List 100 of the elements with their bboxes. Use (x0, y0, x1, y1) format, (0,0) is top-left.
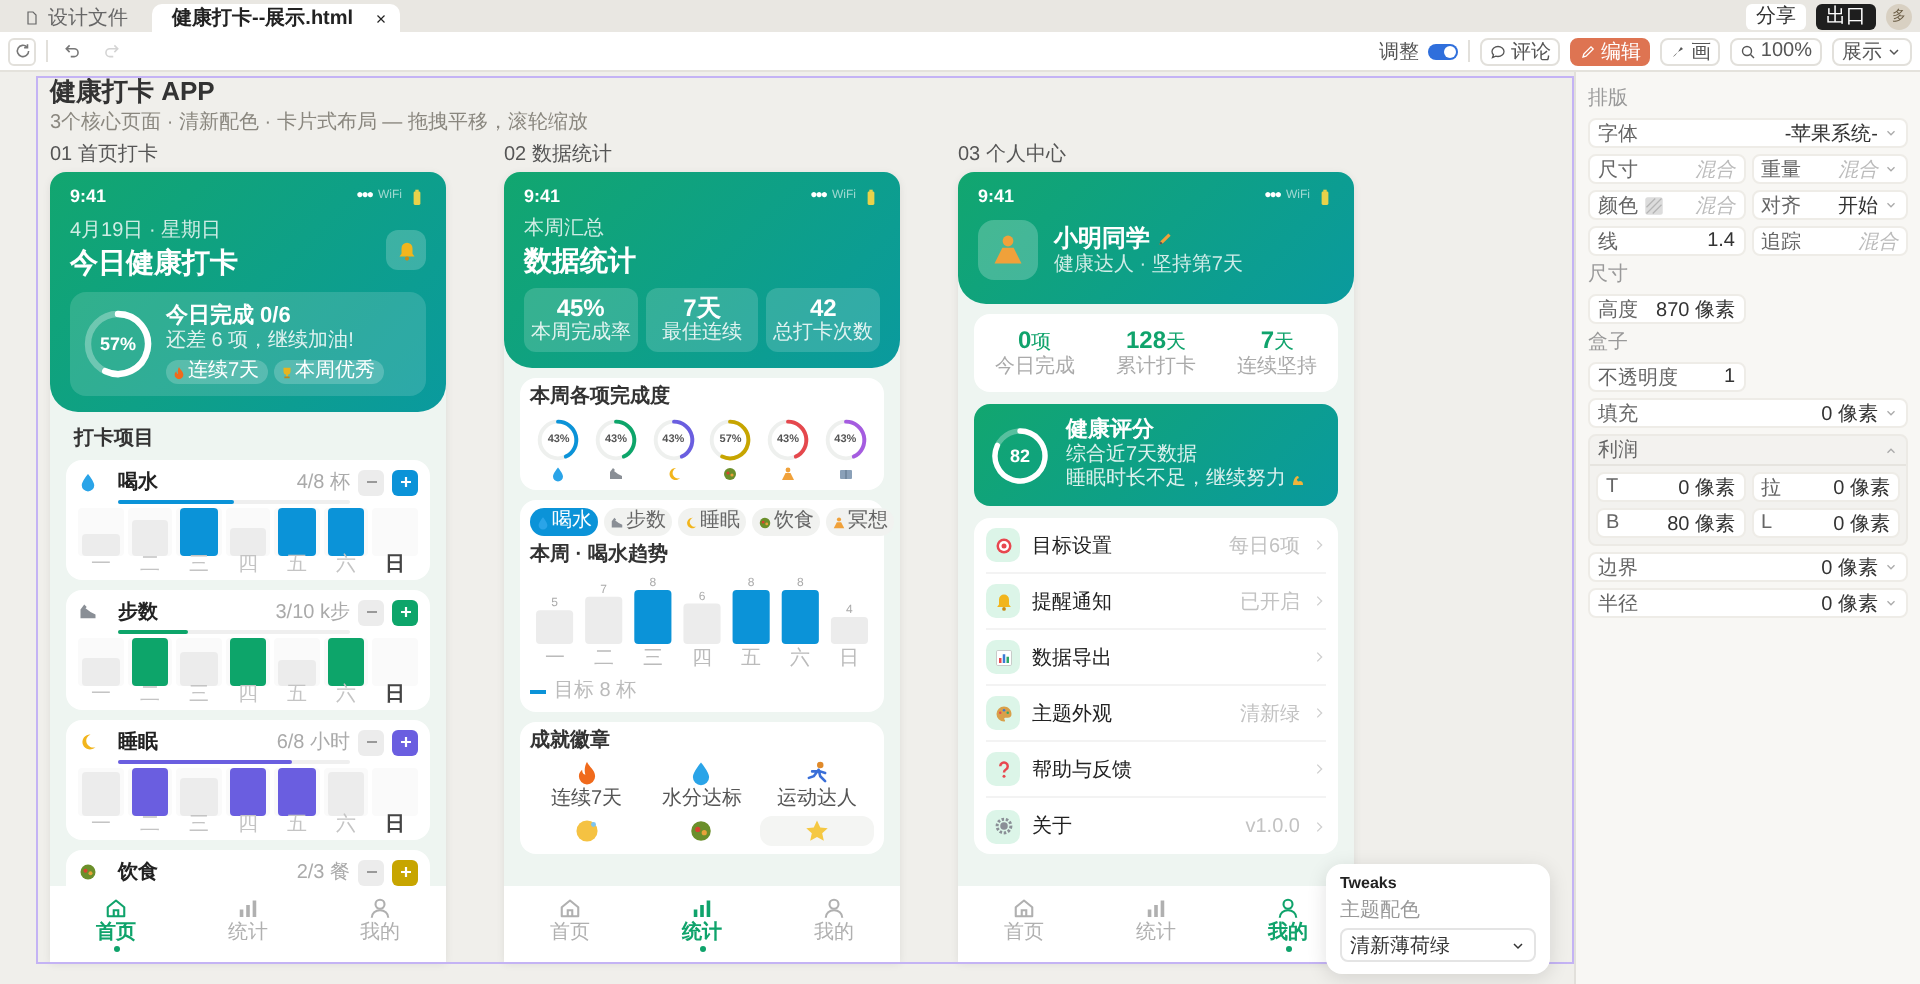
section-label: 排版 (1588, 88, 1630, 112)
field-label: 拉 (1761, 475, 1781, 501)
axis-label: 一 (544, 648, 565, 670)
day-label: 三 (186, 556, 211, 576)
field-label: 填充 (1598, 401, 1638, 427)
screen-label: 02 数据统计 (504, 144, 614, 168)
property-field[interactable]: 线 1.4 (1588, 226, 1745, 256)
menu-item[interactable]: 关于 v1.0.0 (986, 798, 1326, 854)
habit-amount: 4/8 杯 (296, 469, 350, 496)
menu-value: 清新绿 (1240, 701, 1300, 727)
field-label: 主题配色 (1340, 900, 1422, 924)
menu-label: 提醒通知 (1032, 589, 1112, 615)
stat-value: 7天 (681, 294, 721, 322)
property-field[interactable]: 追踪 混合 (1751, 226, 1908, 256)
field-value: 1 (1723, 366, 1735, 388)
stat-value: 42 (809, 294, 839, 322)
present-button[interactable]: 展示 (1832, 37, 1912, 65)
screen-title: 今日健康打卡 (70, 244, 238, 280)
header-caption: 本周汇总 (524, 218, 606, 242)
summary-title: 今日完成 0/6 (166, 304, 293, 329)
habit-amount: 2/3 餐 (296, 859, 350, 886)
property-field[interactable]: B 80 像素 (1596, 508, 1745, 538)
field-value: 0 像素 (1833, 475, 1890, 501)
day-label: 三 (186, 686, 211, 706)
field-value: 0 像素 (1821, 401, 1878, 427)
property-field[interactable]: 对齐 开始 (1751, 190, 1908, 220)
property-field[interactable]: 尺寸 混合 (1588, 154, 1745, 184)
day-label: 一 (88, 686, 113, 706)
field-value: -苹果系统- (1784, 121, 1878, 147)
field-label: 线 (1598, 229, 1618, 255)
menu-item[interactable]: 提醒通知 已开启 (986, 574, 1326, 630)
menu-item[interactable]: 主题外观 清新绿 (986, 686, 1326, 742)
field-value: 870 像素 (1656, 297, 1735, 323)
field-value: 0 像素 (1821, 555, 1878, 581)
achievement-badge: 连续7天 (166, 360, 268, 384)
share-button[interactable]: 分享 (1746, 3, 1806, 29)
file-tab[interactable]: 健康打卡--展示.html (152, 4, 400, 32)
field-label: 追踪 (1761, 229, 1801, 255)
property-field[interactable]: 不透明度 1 (1588, 362, 1745, 392)
field-value: 混合 (1695, 193, 1735, 219)
property-field[interactable]: 边界 0 像素 (1588, 552, 1908, 582)
group-header[interactable]: 利润 (1590, 436, 1906, 466)
ring-value: 57% (99, 334, 136, 354)
menu-label: 主题外观 (1032, 701, 1112, 727)
habit-name: 饮食 (118, 859, 158, 886)
day-label: 六 (334, 816, 359, 836)
stat-label: 本周完成率 (528, 322, 633, 346)
menu-value: v1.0.0 (1245, 815, 1300, 837)
property-field[interactable]: 字体 -苹果系统- (1588, 118, 1908, 148)
day-label: 三 (186, 816, 211, 836)
property-field[interactable]: T 0 像素 (1596, 472, 1745, 502)
day-label: 一 (88, 816, 113, 836)
mode-button[interactable]: 评论 (1480, 37, 1561, 65)
status-time: 9:41 (524, 186, 561, 206)
axis-label: 三 (642, 648, 663, 670)
field-label: 半径 (1598, 591, 1638, 617)
menu-item[interactable]: 目标设置 每日6项 (986, 518, 1326, 574)
zoom-button[interactable]: 100% (1730, 37, 1822, 65)
field-value: 1.4 (1707, 230, 1735, 252)
habit-name: 睡眠 (118, 729, 158, 756)
score-note: 综合近7天数据 (1066, 444, 1200, 467)
stat-value: 7天 (1260, 326, 1294, 355)
property-field[interactable]: 半径 0 像素 (1588, 588, 1908, 618)
field-value: 开始 (1838, 193, 1878, 219)
field-label: 对齐 (1761, 193, 1801, 219)
field-label: B (1606, 512, 1620, 534)
property-field[interactable]: 填充 0 像素 (1588, 398, 1908, 428)
field-label: L (1761, 512, 1773, 534)
menu-item[interactable]: 数据导出 (986, 630, 1326, 686)
filter-chip[interactable]: 步数 (604, 508, 672, 536)
export-button[interactable]: 出口 (1816, 3, 1876, 29)
summary-note: 还差 6 项，继续加油! (166, 330, 356, 354)
property-field[interactable]: 重量 混合 (1751, 154, 1908, 184)
filter-chip[interactable]: 冥想 (826, 508, 894, 536)
file-tab[interactable]: 设计文件 (8, 4, 144, 32)
field-label: 尺寸 (1598, 157, 1638, 183)
property-field[interactable]: 拉 0 像素 (1751, 472, 1900, 502)
stat-value: 0项 (1017, 326, 1052, 355)
stat-label: 最佳连续 (659, 322, 744, 346)
theme-select[interactable]: 清新薄荷绿 (1340, 928, 1536, 962)
day-label: 二 (137, 816, 162, 836)
field-label: 边界 (1598, 555, 1638, 581)
stat-label: 连续坚持 (1237, 356, 1318, 380)
field-value: 0 像素 (1678, 475, 1735, 501)
mode-button[interactable]: 画 (1660, 37, 1721, 65)
day-label: 五 (285, 686, 310, 706)
axis-label: 六 (790, 648, 811, 670)
field-label: 不透明度 (1598, 365, 1678, 391)
property-field[interactable]: 颜色 混合 (1588, 190, 1745, 220)
property-field[interactable]: L 0 像素 (1751, 508, 1900, 538)
screen-title: 数据统计 (524, 242, 638, 278)
page-subtitle: 3个核心页面 · 清新配色 · 卡片式布局 — 拖拽平移，滚轮缩放 (50, 112, 590, 136)
stat-label: 累计打卡 (1115, 356, 1196, 380)
filter-chip[interactable]: 睡眠 (678, 508, 746, 536)
day-label: 日 (383, 816, 408, 836)
habit-amount: 3/10 k步 (275, 599, 350, 626)
menu-item[interactable]: 帮助与反馈 (986, 742, 1326, 798)
screen-label: 01 首页打卡 (50, 144, 160, 168)
property-field[interactable]: 高度 870 像素 (1588, 294, 1745, 324)
filter-chip[interactable]: 饮食 (752, 508, 820, 536)
